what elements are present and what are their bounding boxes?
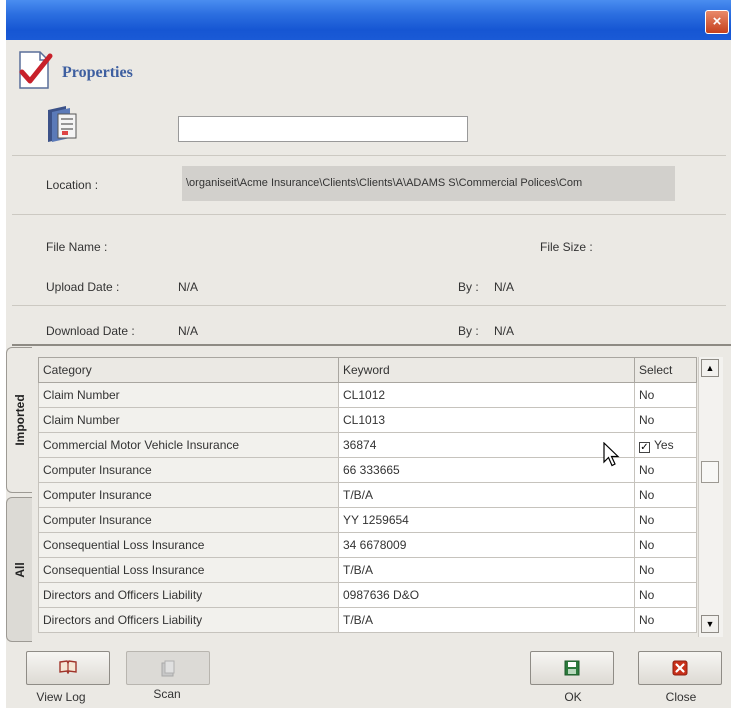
table-row[interactable]: Directors and Officers Liability 0987636… (38, 582, 697, 608)
table-row[interactable]: Claim Number CL1012 No (38, 382, 697, 408)
file-size-label: File Size : (540, 240, 593, 254)
upload-date-label: Upload Date : (46, 280, 120, 294)
select-cell[interactable]: ✓ Yes (634, 432, 697, 458)
category-cell: Computer Insurance (38, 482, 339, 508)
ok-button[interactable] (530, 651, 614, 685)
location-path: \organiseit\Acme Insurance\Clients\Clien… (182, 166, 675, 201)
page-title: Properties (62, 64, 133, 81)
tab-all-label: All (12, 561, 27, 578)
keyword-cell[interactable]: 34 6678009 (338, 532, 635, 558)
select-cell[interactable]: No (634, 557, 697, 583)
select-cell[interactable]: No (634, 532, 697, 558)
tab-imported[interactable]: Imported (6, 347, 32, 493)
select-cell[interactable]: No (634, 457, 697, 483)
category-cell: Consequential Loss Insurance (38, 532, 339, 558)
category-cell: Computer Insurance (38, 507, 339, 533)
table-row[interactable]: Computer Insurance T/B/A No (38, 482, 697, 508)
keyword-cell[interactable]: 0987636 D&O (338, 582, 635, 608)
scan-button[interactable] (126, 651, 210, 685)
tab-all[interactable]: All (6, 497, 32, 642)
table-row[interactable]: Directors and Officers Liability T/B/A N… (38, 607, 697, 633)
select-cell[interactable]: No (634, 507, 697, 533)
table-row[interactable]: Commercial Motor Vehicle Insurance 36874… (38, 432, 697, 458)
category-cell: Directors and Officers Liability (38, 607, 339, 633)
category-cell: Consequential Loss Insurance (38, 557, 339, 583)
scroll-thumb[interactable] (701, 461, 719, 483)
download-by-value: N/A (494, 324, 515, 338)
save-disk-icon (564, 660, 580, 676)
category-cell: Claim Number (38, 407, 339, 433)
category-cell: Commercial Motor Vehicle Insurance (38, 432, 339, 458)
upload-date-value: N/A (178, 280, 199, 294)
divider (12, 305, 726, 306)
open-book-icon (59, 660, 77, 674)
column-header-category[interactable]: Category (38, 357, 339, 383)
table-row[interactable]: Computer Insurance 66 333665 No (38, 457, 697, 483)
select-cell[interactable]: No (634, 382, 697, 408)
upload-by-value: N/A (494, 280, 515, 294)
scroll-down-icon[interactable]: ▼ (701, 615, 719, 633)
keyword-cell[interactable]: CL1012 (338, 382, 635, 408)
upload-by-label: By : (458, 280, 479, 294)
select-cell[interactable]: No (634, 482, 697, 508)
document-stack-icon (48, 106, 77, 142)
document-name-input[interactable] (178, 116, 468, 142)
download-date-value: N/A (178, 324, 199, 338)
scroll-up-icon[interactable]: ▲ (701, 359, 719, 377)
divider (12, 155, 726, 156)
close-label: Close (665, 690, 697, 704)
select-value: Yes (654, 438, 674, 452)
file-name-label: File Name : (46, 240, 108, 254)
properties-checkmark-icon (19, 51, 53, 89)
select-checkbox-checked-icon[interactable]: ✓ (639, 442, 650, 453)
close-button[interactable] (638, 651, 722, 685)
title-bar[interactable]: × (6, 0, 731, 40)
scan-label: Scan (153, 687, 181, 701)
keyword-cell[interactable]: 36874 (338, 432, 635, 458)
table-row[interactable]: Consequential Loss Insurance T/B/A No (38, 557, 697, 583)
column-header-select[interactable]: Select (634, 357, 697, 383)
keyword-cell[interactable]: T/B/A (338, 482, 635, 508)
keyword-cell[interactable]: T/B/A (338, 607, 635, 633)
properties-window: × Properties Location : \organiseit\Acme… (6, 0, 731, 708)
keyword-cell[interactable]: 66 333665 (338, 457, 635, 483)
download-by-label: By : (458, 324, 479, 338)
keyword-table: Category Keyword Select Claim Number CL1… (38, 357, 697, 633)
download-date-label: Download Date : (46, 324, 135, 338)
keyword-cell[interactable]: T/B/A (338, 557, 635, 583)
select-cell[interactable]: No (634, 407, 697, 433)
view-log-label: View Log (36, 690, 86, 704)
table-row[interactable]: Computer Insurance YY 1259654 No (38, 507, 697, 533)
window-close-icon[interactable]: × (705, 10, 729, 34)
mouse-cursor-icon (603, 442, 620, 467)
select-cell[interactable]: No (634, 582, 697, 608)
close-x-icon (672, 660, 688, 676)
keyword-cell[interactable]: CL1013 (338, 407, 635, 433)
select-cell[interactable]: No (634, 607, 697, 633)
view-log-button[interactable] (26, 651, 110, 685)
table-scrollbar[interactable]: ▲ ▼ (698, 357, 723, 637)
tab-imported-label: Imported (12, 394, 27, 446)
scanner-icon (161, 660, 175, 677)
category-cell: Claim Number (38, 382, 339, 408)
category-cell: Computer Insurance (38, 457, 339, 483)
location-label: Location : (46, 178, 99, 192)
table-header-row: Category Keyword Select (38, 357, 697, 383)
divider (12, 214, 726, 215)
keyword-cell[interactable]: YY 1259654 (338, 507, 635, 533)
column-header-keyword[interactable]: Keyword (338, 357, 635, 383)
table-row[interactable]: Claim Number CL1013 No (38, 407, 697, 433)
category-cell: Directors and Officers Liability (38, 582, 339, 608)
table-row[interactable]: Consequential Loss Insurance 34 6678009 … (38, 532, 697, 558)
ok-label: OK (564, 690, 582, 704)
